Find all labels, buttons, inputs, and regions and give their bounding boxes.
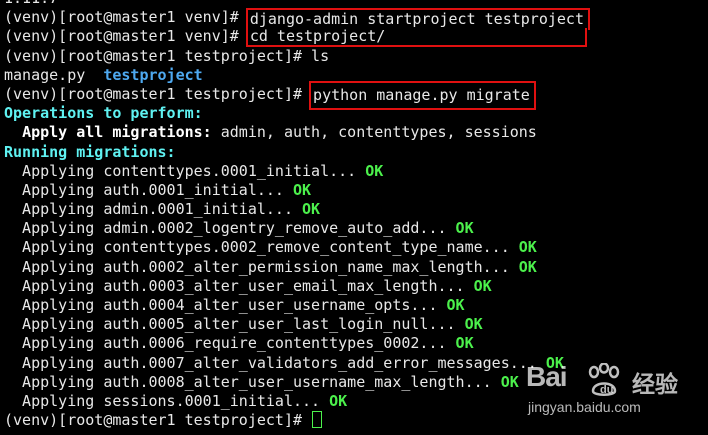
ok-status: OK	[446, 296, 465, 314]
ok-status: OK	[292, 180, 312, 199]
baidu-jingyan-watermark: Bai du 经验 jingyan.baidu.com	[522, 359, 702, 425]
terminal-cursor[interactable]	[312, 411, 323, 429]
ok-status: OK	[473, 276, 492, 295]
apply-all-line: Apply all migrations: admin, auth, conte…	[4, 123, 704, 142]
command-migrate: python manage.py migrate	[309, 80, 536, 110]
version-line: 1.11.7	[4, 0, 704, 8]
running-migrations-heading: Running migrations:	[4, 142, 176, 161]
ok-status: OK	[329, 391, 348, 410]
apply-all-label: Apply all migrations:	[22, 123, 212, 142]
migration-line: Applying auth.0002_alter_permission_name…	[4, 257, 537, 276]
command-ls: ls	[311, 46, 330, 65]
migration-line: Applying contenttypes.0002_remove_conten…	[4, 238, 537, 257]
baidu-paw-icon: du	[585, 362, 625, 401]
shell-prompt: (venv)[root@master1 venv]#	[4, 8, 248, 27]
migration-line: Applying contenttypes.0001_initial... OK	[4, 161, 384, 180]
migration-line: Applying auth.0004_alter_user_username_o…	[4, 296, 465, 314]
shell-prompt: (venv)[root@master1 venv]#	[4, 27, 248, 46]
ls-file: manage.py	[4, 65, 86, 84]
watermark-url: jingyan.baidu.com	[528, 399, 641, 415]
ls-directory: testproject	[103, 65, 203, 84]
ok-status: OK	[365, 161, 384, 180]
migration-line: Applying admin.0002_logentry_remove_auto…	[4, 219, 474, 238]
ok-status: OK	[455, 219, 474, 238]
prompt-line: (venv)[root@master1 testproject]# ls	[4, 47, 704, 66]
watermark-cn-text: 经验	[632, 372, 678, 398]
migration-line: Applying admin.0001_initial... OK	[4, 200, 321, 219]
watermark-logo-text: Bai	[526, 361, 568, 392]
ok-status: OK	[302, 200, 321, 219]
prompt-line: (venv)[root@master1 venv]# django-admin …	[4, 8, 704, 31]
svg-text:du: du	[600, 384, 613, 396]
migration-line: Applying auth.0006_require_contenttypes_…	[4, 334, 474, 353]
ok-status: OK	[500, 372, 519, 391]
prompt-line: (venv)[root@master1 venv]# cd testprojec…	[4, 27, 704, 48]
migration-line: Applying auth.0005_alter_user_last_login…	[4, 315, 483, 334]
migration-line: Applying auth.0003_alter_user_email_max_…	[4, 276, 492, 295]
shell-prompt: (venv)[root@master1 testproject]#	[4, 46, 312, 65]
ok-status: OK	[518, 238, 537, 257]
prompt-line: (venv)[root@master1 testproject]# python…	[4, 80, 704, 110]
shell-prompt: (venv)[root@master1 testproject]#	[4, 411, 312, 430]
shell-prompt: (venv)[root@master1 testproject]#	[4, 84, 312, 103]
apply-all-value: admin, auth, contenttypes, sessions	[211, 123, 537, 142]
ok-status: OK	[455, 334, 474, 353]
command-cd: cd testproject/	[245, 28, 588, 48]
ok-status: OK	[464, 315, 483, 334]
migration-line: Applying auth.0001_initial... OK	[4, 180, 312, 199]
ok-status: OK	[518, 257, 537, 276]
